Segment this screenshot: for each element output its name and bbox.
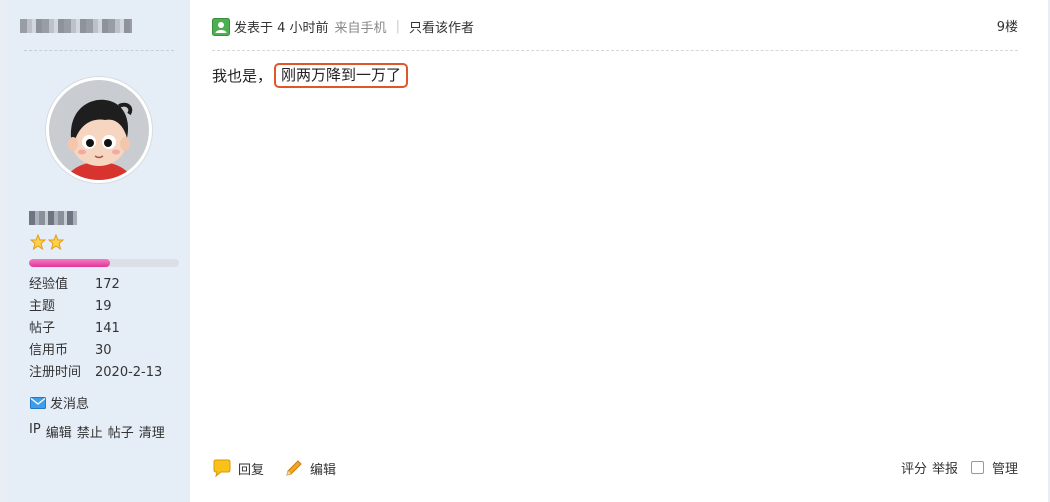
admin-clean-link[interactable]: 清理 xyxy=(139,422,165,441)
stat-label-topics: 主题 xyxy=(29,299,56,314)
stat-value-posts[interactable]: 141 xyxy=(95,319,162,338)
report-link[interactable]: 举报 xyxy=(932,458,958,477)
stat-value-topics[interactable]: 19 xyxy=(95,297,162,316)
manage-checkbox[interactable] xyxy=(970,461,984,474)
stat-value-exp[interactable]: 172 xyxy=(95,275,162,294)
post-text: 我也是， xyxy=(212,66,273,85)
rate-link[interactable]: 评分 xyxy=(901,458,927,477)
author-sidebar: 经验值 172 主题 19 帖子 141 信用币 30 注册时间 2020-2-… xyxy=(8,0,190,502)
level-progress-bar xyxy=(29,259,179,267)
post-actions: 回复 编辑 xyxy=(212,458,356,478)
mail-icon xyxy=(30,396,46,409)
avatar-image xyxy=(49,80,149,180)
stat-value-register: 2020-2-13 xyxy=(95,365,163,380)
admin-posts-link[interactable]: 帖子 xyxy=(108,422,134,441)
edit-label: 编辑 xyxy=(310,462,337,478)
posted-time: 发表于 4 小时前 xyxy=(234,21,329,36)
rank-stars xyxy=(30,234,64,250)
forum-post: 经验值 172 主题 19 帖子 141 信用币 30 注册时间 2020-2-… xyxy=(0,0,1050,502)
send-message-link[interactable]: 发消息 xyxy=(30,393,89,412)
mobile-post-icon xyxy=(212,17,230,36)
blurred-username[interactable] xyxy=(29,211,77,225)
reply-label: 回复 xyxy=(238,462,265,478)
post-admin-actions: 评分 举报 管理 xyxy=(901,458,1018,477)
admin-links: IP 编辑 禁止 帖子 清理 xyxy=(29,422,165,441)
post-content: 我也是， 刚两万降到一万了 xyxy=(212,63,409,88)
stat-value-credit: 30 xyxy=(95,343,112,358)
meta-divider: | xyxy=(395,19,400,34)
avatar[interactable] xyxy=(45,76,153,184)
post-meta: 发表于 4 小时前 来自手机 | 只看该作者 xyxy=(212,17,474,36)
admin-ip-link[interactable]: IP xyxy=(29,422,41,441)
admin-edit-link[interactable]: 编辑 xyxy=(46,422,72,441)
highlighted-text: 刚两万降到一万了 xyxy=(274,63,409,88)
star-icon xyxy=(30,234,46,250)
author-only-link[interactable]: 只看该作者 xyxy=(409,17,474,36)
reply-button[interactable]: 回复 xyxy=(212,458,264,478)
sidebar-divider xyxy=(24,50,174,51)
manage-label: 管理 xyxy=(991,462,1018,477)
stat-label-exp: 经验值 xyxy=(29,277,69,292)
post-main: 发表于 4 小时前 来自手机 | 只看该作者 9楼 我也是， 刚两万降到一万了 … xyxy=(190,0,1048,502)
stat-label-posts: 帖子 xyxy=(29,321,56,336)
floor-number[interactable]: 9楼 xyxy=(997,16,1018,35)
stat-label-credit: 信用币 xyxy=(29,343,69,358)
edit-button[interactable]: 编辑 xyxy=(284,458,336,478)
stat-label-register: 注册时间 xyxy=(29,365,82,380)
pencil-icon xyxy=(286,460,302,476)
user-stats: 经验值 172 主题 19 帖子 141 信用币 30 注册时间 2020-2-… xyxy=(29,275,162,382)
send-message-label: 发消息 xyxy=(50,397,90,412)
post-source: 来自手机 xyxy=(334,21,387,36)
star-icon xyxy=(48,234,64,250)
post-divider xyxy=(212,50,1018,51)
speech-bubble-icon xyxy=(213,459,231,478)
blurred-username-top[interactable] xyxy=(20,19,132,33)
admin-ban-link[interactable]: 禁止 xyxy=(77,422,103,441)
level-progress-fill xyxy=(29,259,110,267)
